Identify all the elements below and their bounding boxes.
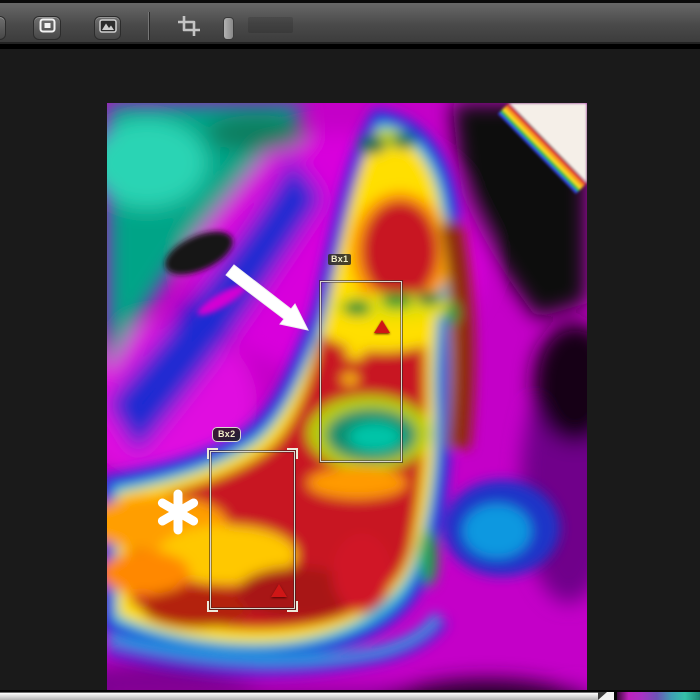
hotspot-triangle-marker-2 [271, 584, 287, 597]
hotspot-triangle-marker-1 [374, 320, 390, 333]
thumbnail-color-strip [617, 692, 700, 700]
roi-corner-handle[interactable] [287, 448, 298, 459]
framed-square-icon [39, 18, 56, 38]
roi-label-bx2: Bx2 [212, 427, 241, 442]
crop-tool-button[interactable] [176, 17, 202, 39]
roi-box-bx1[interactable] [320, 281, 402, 462]
frame-tool-button[interactable] [33, 16, 61, 40]
toolbar-recessed-area [248, 17, 293, 33]
thermal-image-canvas[interactable]: Bx1 Bx2 [107, 103, 587, 700]
roi-label-bx1: Bx1 [328, 254, 351, 265]
roi-corner-handle[interactable] [207, 601, 218, 612]
toolbar [0, 0, 700, 44]
thermal-viewer-window: Bx1 Bx2 [0, 0, 700, 700]
roi-corner-handle[interactable] [287, 601, 298, 612]
horizontal-scrollbar[interactable] [0, 692, 598, 700]
roi-corner-handle[interactable] [207, 448, 218, 459]
picture-icon [99, 19, 117, 38]
toolbar-separator [148, 12, 149, 40]
crop-icon [177, 15, 201, 42]
toolbar-slider-handle[interactable] [224, 18, 233, 39]
partial-toolbar-button[interactable] [0, 16, 6, 40]
bottom-bar [0, 690, 700, 700]
image-stage: Bx1 Bx2 [0, 49, 700, 690]
image-tool-button[interactable] [94, 16, 121, 40]
scrollbar-grip[interactable] [598, 692, 614, 700]
